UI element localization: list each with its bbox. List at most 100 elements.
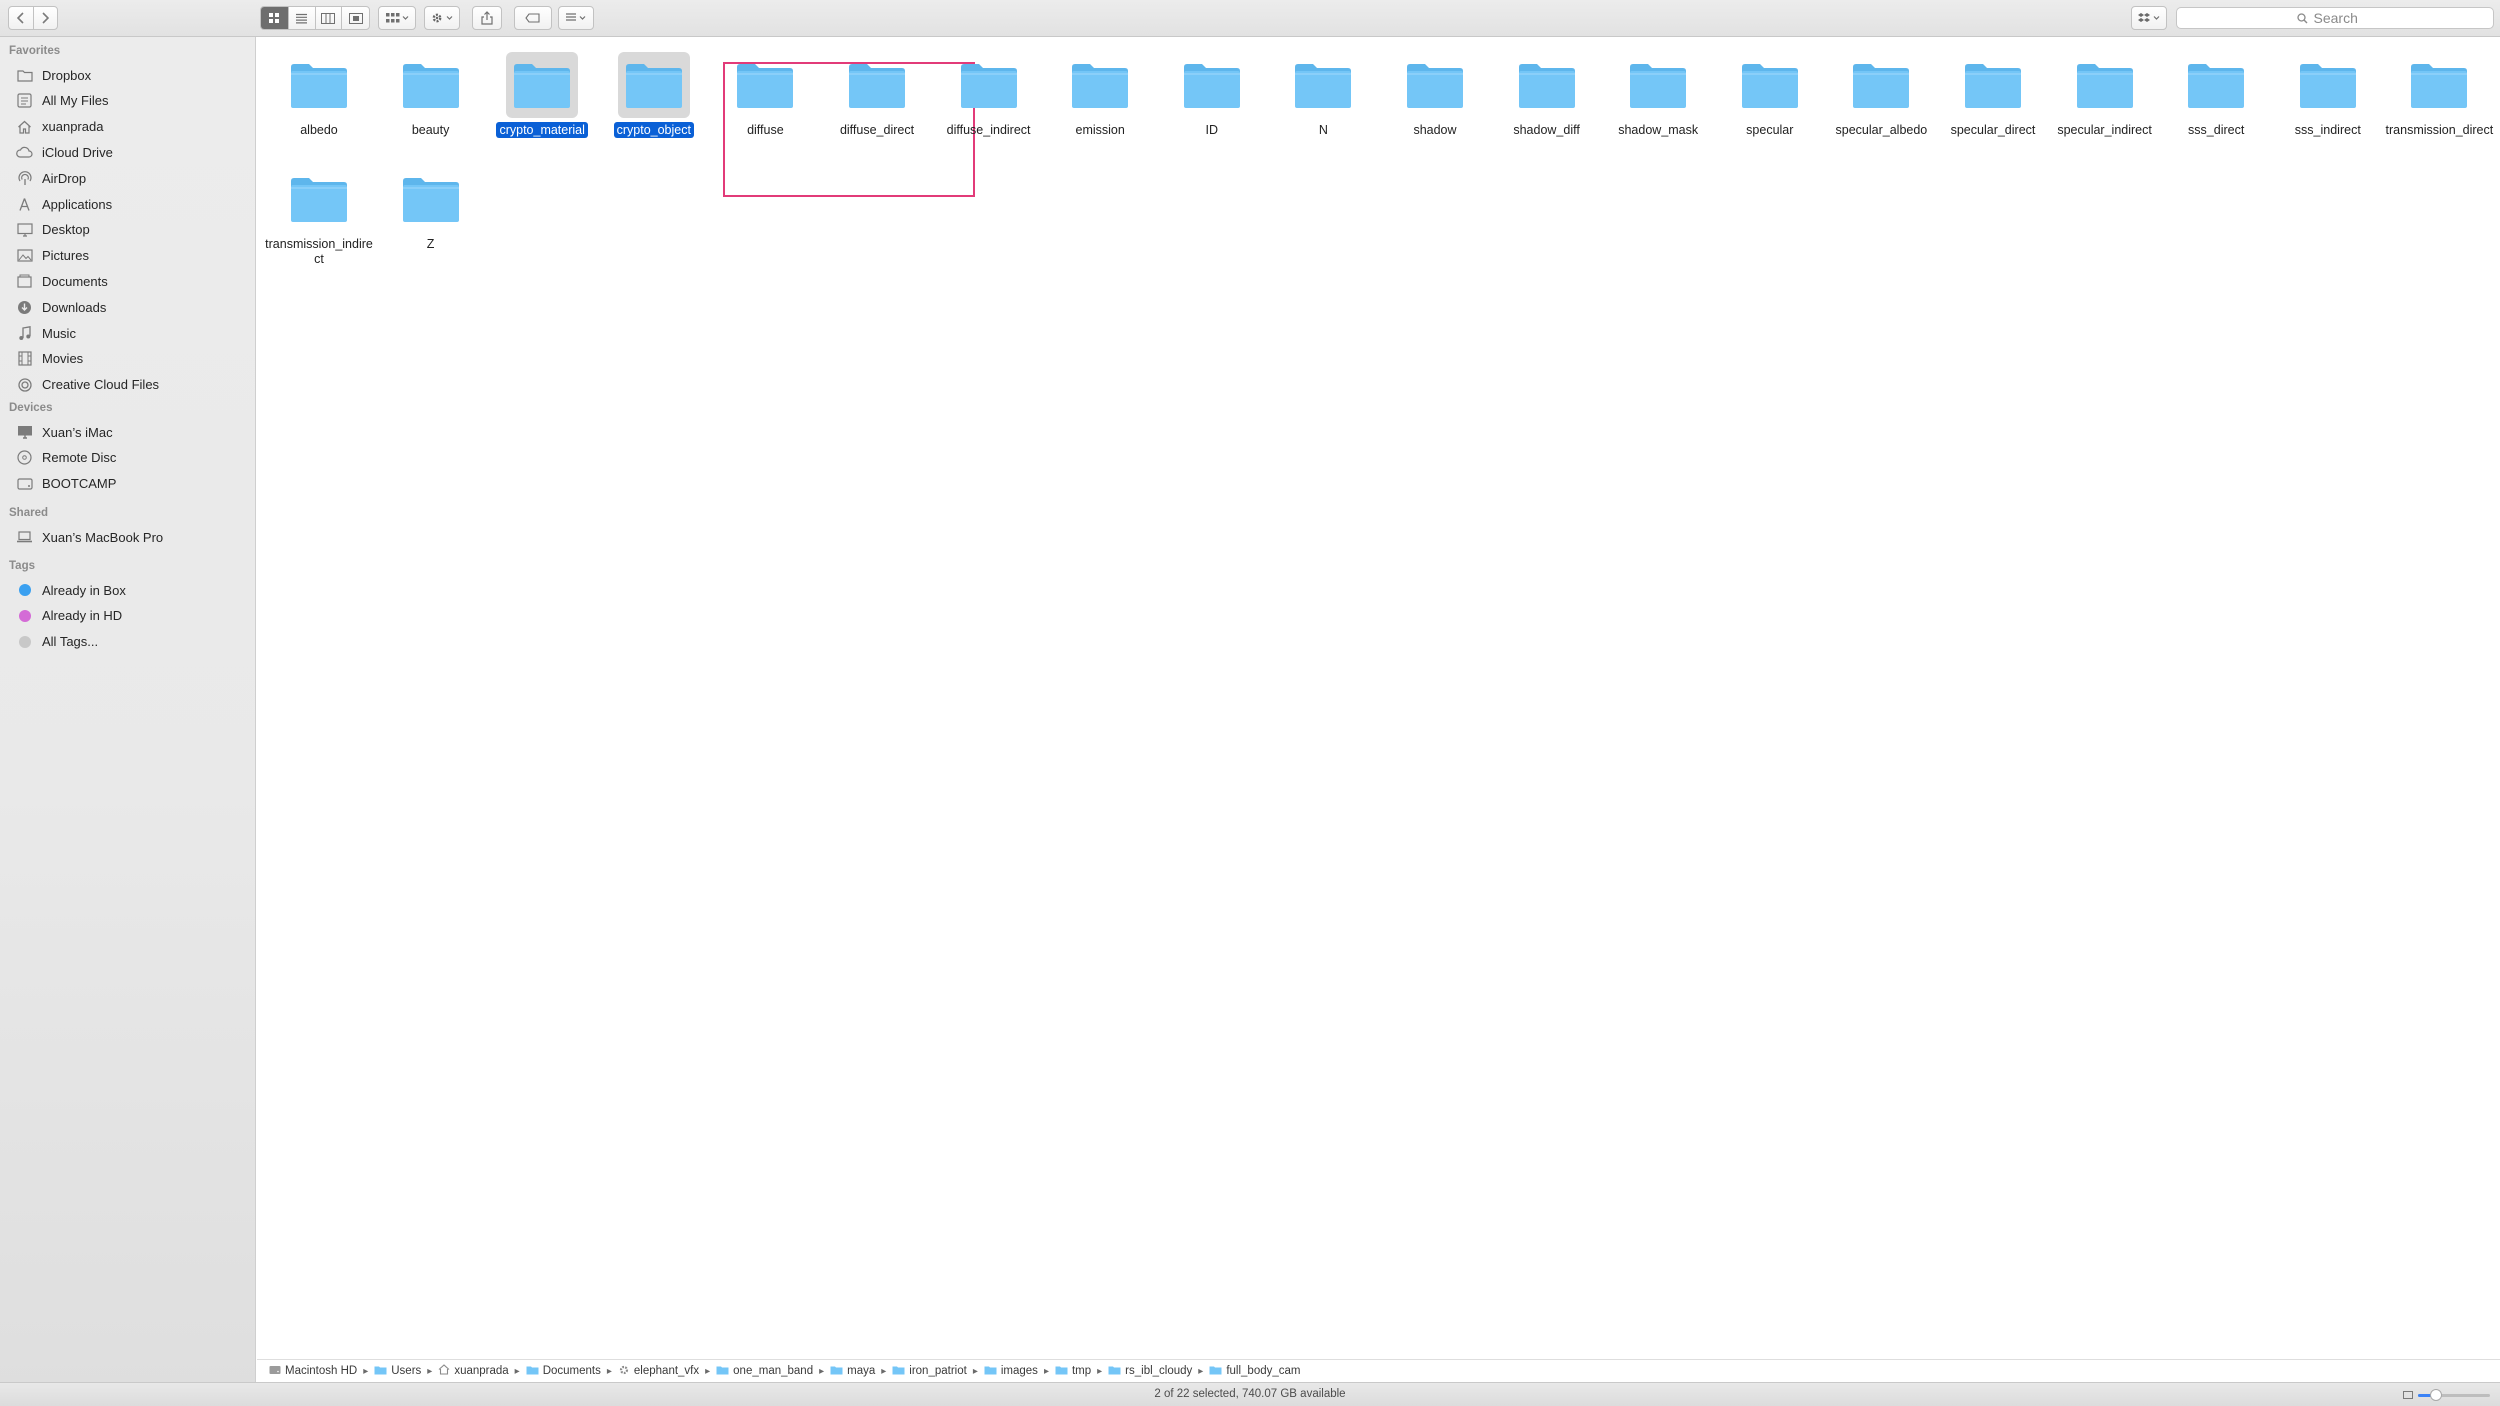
path-crumb-one-man-band[interactable]: one_man_band <box>716 1365 813 1378</box>
folder-item-id[interactable]: ID <box>1156 46 1268 146</box>
folder-item-specular-albedo[interactable]: specular_albedo <box>1825 46 1937 146</box>
forward-button[interactable] <box>34 7 58 29</box>
folder-item-shadow[interactable]: shadow <box>1379 46 1491 146</box>
gear-folder-icon <box>618 1364 630 1379</box>
folder-icon <box>506 52 579 118</box>
edit-tags-button[interactable] <box>514 6 552 30</box>
dropbox-menu-button[interactable] <box>2131 6 2167 30</box>
path-crumb-elephant-vfx[interactable]: elephant_vfx <box>618 1364 699 1379</box>
folder-item-shadow-diff[interactable]: shadow_diff <box>1491 46 1603 146</box>
path-crumb-macintosh-hd[interactable]: Macintosh HD <box>269 1365 357 1378</box>
coverflow-icon <box>348 12 363 24</box>
path-crumb-xuanprada[interactable]: xuanprada <box>438 1364 509 1378</box>
icon-size-slider[interactable] <box>2418 1389 2490 1401</box>
status-text: 2 of 22 selected, 740.07 GB available <box>1154 1388 1346 1400</box>
icon-view-button[interactable] <box>261 7 289 29</box>
sidebar-item-applications[interactable]: Applications <box>16 193 112 215</box>
sidebar-item-downloads[interactable]: Downloads <box>16 296 106 318</box>
sidebar-item-icloud-drive[interactable]: iCloud Drive <box>16 141 113 163</box>
grid-icon <box>269 13 280 23</box>
sidebar-item-music[interactable]: Music <box>16 322 76 344</box>
sidebar-item-label: Xuan’s MacBook Pro <box>42 529 164 545</box>
folder-icon <box>283 166 355 232</box>
folder-item-albedo[interactable]: albedo <box>263 46 375 146</box>
sidebar-item-documents[interactable]: Documents <box>16 270 108 292</box>
list-icon <box>296 13 308 23</box>
path-bar: Macintosh HD ▸ Users ▸ xuanprada ▸ Documents ▸ e… <box>257 1359 2500 1382</box>
path-crumb-users[interactable]: Users <box>374 1365 421 1378</box>
folder-item-specular-indirect[interactable]: specular_indirect <box>2049 46 2161 146</box>
folder-item-diffuse[interactable]: diffuse <box>709 46 821 146</box>
folder-item-transmission-indirect[interactable]: transmission_indirect <box>263 160 375 266</box>
folder-item-shadow-mask[interactable]: shadow_mask <box>1602 46 1714 146</box>
folder-name: specular_indirect <box>2057 123 2152 137</box>
folder-label: Z <box>375 237 487 252</box>
folder-icon <box>1845 52 1917 118</box>
folder-icon <box>1064 52 1136 118</box>
path-crumb-rs-ibl-cloudy[interactable]: rs_ibl_cloudy <box>1108 1365 1192 1378</box>
path-separator-icon: ▸ <box>972 1365 978 1377</box>
folder-label: specular_direct <box>1937 123 2049 138</box>
sidebar-item-bootcamp[interactable]: BOOTCAMP <box>16 473 116 495</box>
path-crumb-iron-patriot[interactable]: iron_patriot <box>892 1365 967 1378</box>
folder-item-specular-direct[interactable]: specular_direct <box>1937 46 2049 146</box>
icon-size-slider-knob[interactable] <box>2430 1389 2442 1401</box>
sidebar-item-label: AirDrop <box>42 170 87 186</box>
downloads-icon <box>16 299 33 316</box>
folder-name: sss_direct <box>2188 123 2245 137</box>
folder-item-diffuse-indirect[interactable]: diffuse_indirect <box>933 46 1045 146</box>
folder-item-diffuse-direct[interactable]: diffuse_direct <box>821 46 933 146</box>
sidebar-item-movies[interactable]: Movies <box>16 348 83 370</box>
sidebar-item-label: Documents <box>42 273 108 289</box>
sidebar-item-desktop[interactable]: Desktop <box>16 219 90 241</box>
folder-item-sss-indirect[interactable]: sss_indirect <box>2272 46 2384 146</box>
path-crumb-images[interactable]: images <box>984 1365 1038 1378</box>
action-menu-button[interactable] <box>424 6 460 30</box>
path-crumb-documents[interactable]: Documents <box>526 1365 601 1378</box>
group-by-button[interactable] <box>378 6 416 30</box>
sidebar-item-xuan-s-macbook-pro[interactable]: Xuan’s MacBook Pro <box>16 526 163 548</box>
search-field[interactable] <box>2176 7 2494 29</box>
sidebar-item-label: iCloud Drive <box>42 144 113 160</box>
sidebar-item-dropbox[interactable]: Dropbox <box>16 64 91 86</box>
path-crumb-full-body-cam[interactable]: full_body_cam <box>1209 1365 1300 1378</box>
sidebar-item-xuan-s-imac[interactable]: Xuan’s iMac <box>16 421 113 443</box>
back-button[interactable] <box>9 7 34 29</box>
folder-item-crypto-material[interactable]: crypto_material <box>486 46 598 146</box>
path-crumb-label: Users <box>391 1365 422 1377</box>
column-view-button[interactable] <box>316 7 343 29</box>
folder-item-n[interactable]: N <box>1267 46 1379 146</box>
folder-icon <box>830 1365 843 1378</box>
folder-item-emission[interactable]: emission <box>1044 46 1156 146</box>
folder-item-specular[interactable]: specular <box>1714 46 1826 146</box>
search-input[interactable] <box>2313 10 2374 26</box>
path-crumb-maya[interactable]: maya <box>830 1365 875 1378</box>
sidebar-item-remote-disc[interactable]: Remote Disc <box>16 447 116 469</box>
folder-label: albedo <box>263 123 375 138</box>
sidebar-item-label: Desktop <box>42 222 90 238</box>
sidebar-item-all-tags[interactable]: All Tags... <box>16 631 98 653</box>
sidebar-item-airdrop[interactable]: AirDrop <box>16 167 86 189</box>
gallery-view-button[interactable] <box>342 7 369 29</box>
folder-icon <box>1055 1365 1068 1378</box>
sidebar-item-pictures[interactable]: Pictures <box>16 245 89 267</box>
folder-item-crypto-object[interactable]: crypto_object <box>598 46 710 146</box>
folder-icon <box>1399 52 1471 118</box>
folder-item-z[interactable]: Z <box>375 160 487 260</box>
sidebar-item-creative-cloud-files[interactable]: Creative Cloud Files <box>16 374 159 396</box>
folder-item-sss-direct[interactable]: sss_direct <box>2160 46 2272 146</box>
arrange-menu-button[interactable] <box>558 6 594 30</box>
folder-icon <box>1287 52 1359 118</box>
list-view-button[interactable] <box>289 7 316 29</box>
sidebar-item-xuanprada[interactable]: xuanprada <box>16 116 103 138</box>
sidebar-item-already-in-box[interactable]: Already in Box <box>16 579 126 601</box>
path-crumb-label: images <box>1000 1365 1038 1377</box>
path-crumb-tmp[interactable]: tmp <box>1055 1365 1091 1378</box>
sidebar-item-all-my-files[interactable]: All My Files <box>16 90 108 112</box>
status-bar: 2 of 22 selected, 740.07 GB available <box>0 1382 2500 1406</box>
folder-item-transmission-direct[interactable]: transmission_direct <box>2383 46 2495 146</box>
sidebar-item-already-in-hd[interactable]: Already in HD <box>16 605 122 627</box>
share-button[interactable] <box>472 6 502 30</box>
home-icon <box>438 1364 450 1378</box>
folder-item-beauty[interactable]: beauty <box>375 46 487 146</box>
